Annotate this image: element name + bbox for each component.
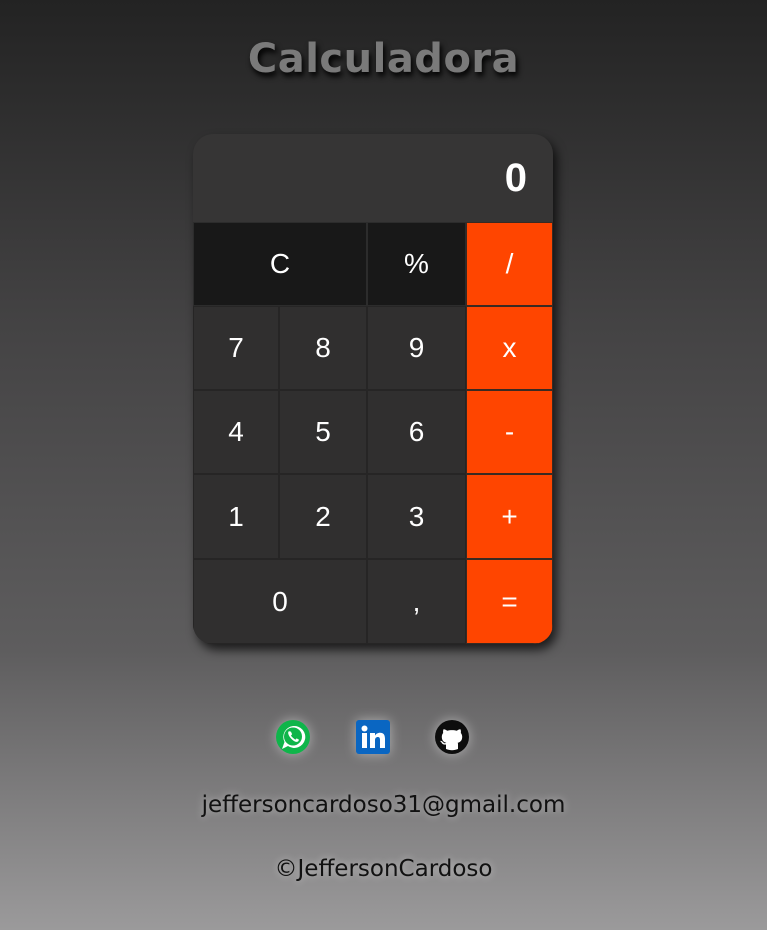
calculator: 0 C % / 7 8 9 x 4 5 6 - 1 2 3 + 0 , = (193, 134, 553, 644)
digit-3-button[interactable]: 3 (367, 474, 466, 559)
calculator-display: 0 (193, 134, 553, 222)
github-icon[interactable] (433, 718, 471, 756)
multiply-button[interactable]: x (466, 306, 553, 390)
digit-6-button[interactable]: 6 (367, 390, 466, 474)
digit-2-button[interactable]: 2 (279, 474, 367, 559)
contact-email: jeffersoncardoso31@gmail.com (201, 792, 566, 818)
social-links (0, 718, 767, 758)
digit-7-button[interactable]: 7 (193, 306, 279, 390)
page-title: Calculadora (247, 36, 520, 82)
digit-1-button[interactable]: 1 (193, 474, 279, 559)
digit-9-button[interactable]: 9 (367, 306, 466, 390)
decimal-button[interactable]: , (367, 559, 466, 644)
display-value: 0 (504, 156, 527, 200)
percent-button[interactable]: % (367, 222, 466, 306)
equals-button[interactable]: = (466, 559, 553, 644)
add-button[interactable]: + (466, 474, 553, 559)
subtract-button[interactable]: - (466, 390, 553, 474)
digit-5-button[interactable]: 5 (279, 390, 367, 474)
digit-4-button[interactable]: 4 (193, 390, 279, 474)
digit-0-button[interactable]: 0 (193, 559, 367, 644)
linkedin-icon[interactable] (354, 718, 392, 756)
clear-button[interactable]: C (193, 222, 367, 306)
divide-button[interactable]: / (466, 222, 553, 306)
copyright-text: ©JeffersonCardoso (274, 856, 493, 882)
whatsapp-icon[interactable] (274, 718, 312, 756)
digit-8-button[interactable]: 8 (279, 306, 367, 390)
